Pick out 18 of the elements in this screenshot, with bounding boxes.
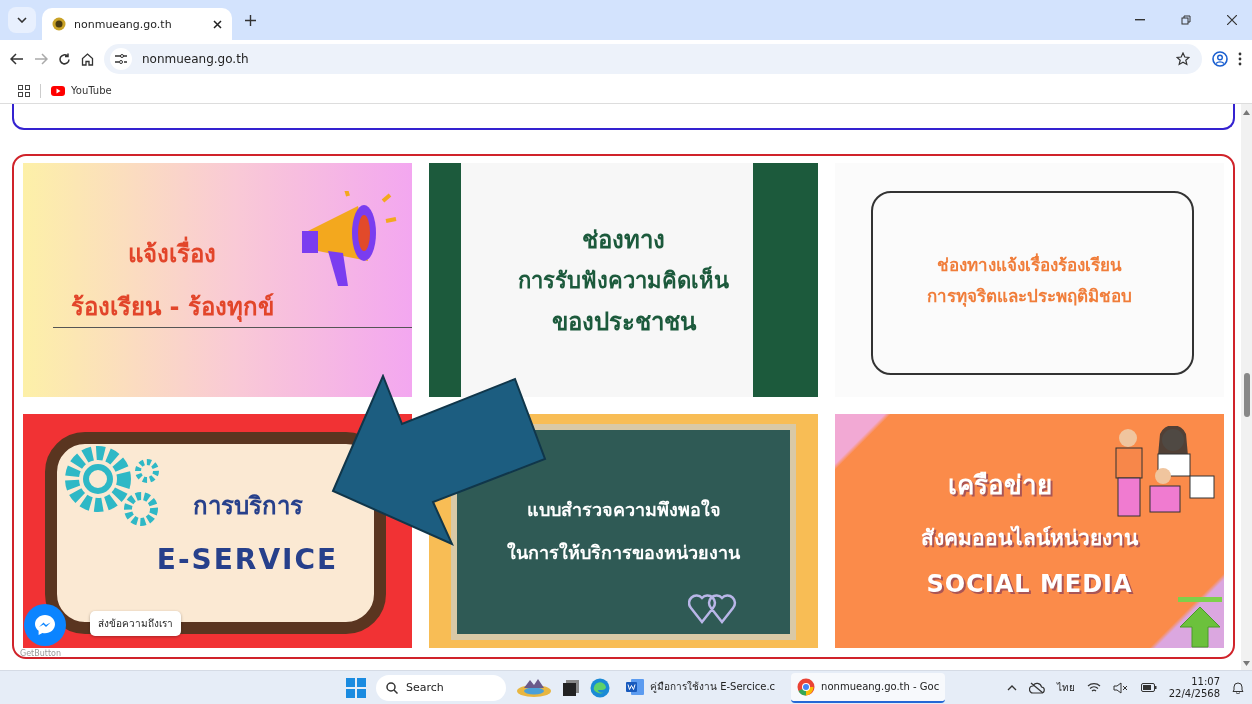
banner-title: ในการให้บริการของหน่วยงาน — [507, 541, 740, 565]
url-text: nonmueang.go.th — [142, 52, 250, 66]
chat-tooltip: ส่งข้อความถึงเรา — [90, 611, 181, 636]
banner-title: E-SERVICE — [156, 543, 339, 576]
banner-title: SOCIAL MEDIA — [926, 570, 1133, 598]
banner-title: ร้องเรียน - ร้องทุกข์ — [71, 292, 274, 324]
banner-title: แบบสำรวจความพึงพอใจ — [526, 498, 721, 522]
banner-title: การรับฟังความคิดเห็น — [518, 265, 729, 295]
banner-title: การทุจริตและประพฤติมิชอบ — [927, 285, 1132, 309]
banner-title: เครือข่าย — [947, 469, 1052, 502]
banner-title: ของประชาชน — [551, 306, 696, 338]
banner-title: ช่องทางแจ้งเรื่องร้องเรียน — [937, 252, 1122, 277]
credit-text: GetButton — [20, 649, 62, 658]
banner-title: สังคมออนไลน์หน่วยงาน — [921, 524, 1138, 552]
banner-title: การบริการ — [192, 491, 303, 522]
banner-title: ช่องทาง — [582, 224, 665, 256]
banner-title: แจ้งเรื่อง — [128, 234, 217, 273]
tab-title: nonmueang.go.th — [74, 17, 173, 31]
